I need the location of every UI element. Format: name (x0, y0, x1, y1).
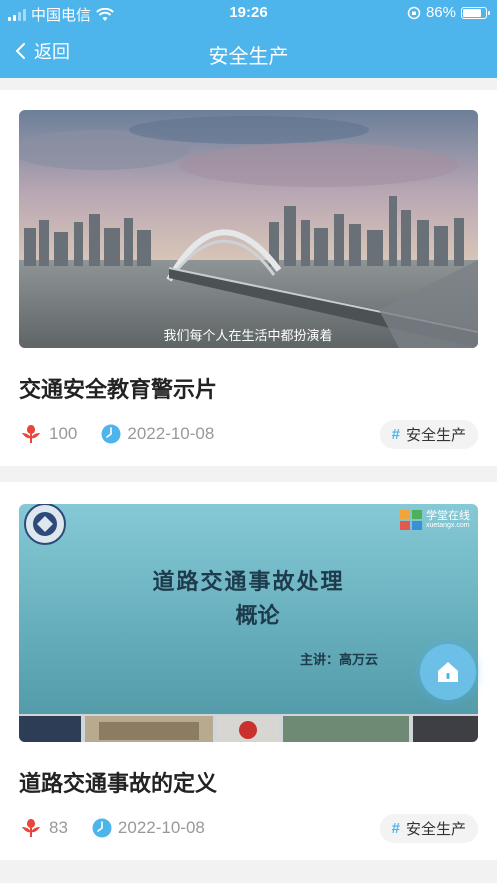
article-title[interactable]: 交通安全教育警示片 (19, 372, 217, 404)
video-subtitle: 我们每个人在生活中都扮演着 (163, 328, 332, 344)
battery-icon (461, 6, 490, 19)
category-tag-label: 安全生产 (405, 820, 466, 838)
category-tag[interactable]: # 安全生产 (379, 419, 478, 449)
article-title[interactable]: 道路交通事故的定义 (19, 766, 217, 798)
brand-logo-icon (400, 510, 422, 530)
slide-speaker: 主讲：高万云 (299, 653, 378, 668)
slide-heading: 道路交通事故处理 (152, 569, 345, 595)
battery-level (463, 8, 482, 17)
brand-logo: 学堂在线 xuetangx.com (400, 510, 470, 530)
battery-percent: 86% (425, 4, 456, 21)
hash-icon: # (391, 819, 400, 837)
hash-icon: # (391, 425, 400, 443)
article-card[interactable]: 我们每个人在生活中都扮演着 交通安全教育警示片 100 2022-10-08 #… (0, 90, 497, 466)
bridge-city-image: 我们每个人在生活中都扮演着 (19, 110, 478, 348)
brand-name: 学堂在线 (426, 510, 470, 523)
article-meta: 83 2022-10-08 # 安全生产 (19, 813, 478, 843)
like-count-value: 83 (49, 818, 68, 837)
page-title: 安全生产 (208, 46, 289, 68)
publish-date-value: 2022-10-08 (117, 818, 205, 837)
nav-bar: 返回 安全生产 (0, 26, 497, 78)
publish-date-value: 2022-10-08 (127, 424, 215, 443)
rose-icon (22, 819, 40, 837)
status-bar: 中国电信 19:26 86% (0, 0, 497, 26)
publish-date: 2022-10-08 (92, 818, 205, 838)
video-thumbnail[interactable]: 学堂在线 xuetangx.com 道路交通事故处理 概论 主讲：高万云 (19, 504, 478, 742)
video-thumbnail[interactable]: 我们每个人在生活中都扮演着 (19, 110, 478, 348)
app-header: 中国电信 19:26 86% 返回 安全生产 (0, 0, 497, 78)
rose-icon (22, 425, 40, 443)
like-count-value: 100 (49, 424, 78, 443)
floating-home-button[interactable] (420, 644, 476, 700)
status-right: 86% (407, 4, 490, 21)
orientation-lock-icon (407, 6, 421, 19)
brand-url: xuetangx.com (426, 522, 470, 530)
like-count[interactable]: 83 (19, 817, 68, 839)
category-tag-label: 安全生产 (405, 426, 466, 444)
home-icon (438, 662, 458, 682)
article-meta: 100 2022-10-08 # 安全生产 (19, 419, 478, 449)
clock-icon (101, 424, 121, 444)
category-tag[interactable]: # 安全生产 (379, 813, 478, 843)
brand-text: 学堂在线 xuetangx.com (426, 510, 470, 530)
clock-icon (92, 818, 112, 838)
publish-date: 2022-10-08 (101, 424, 214, 444)
like-count[interactable]: 100 (19, 423, 77, 445)
slide-heading-2: 概论 (235, 603, 280, 629)
